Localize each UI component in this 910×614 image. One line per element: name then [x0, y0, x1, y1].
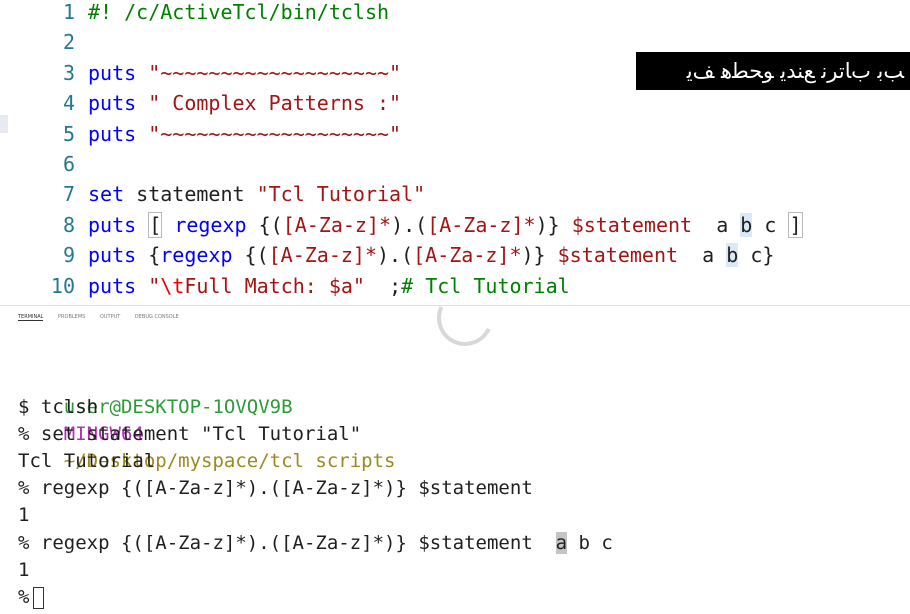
- code-token: c}: [738, 243, 775, 268]
- line-number: 6: [62, 152, 75, 176]
- terminal-line: Tcl Tutorial: [18, 450, 156, 472]
- code-token: "~~~~~~~~~~~~~~~~~~~": [148, 121, 402, 146]
- code-line[interactable]: 5 puts "~~~~~~~~~~~~~~~~~~~": [0, 119, 401, 149]
- video-caption-overlay: ﺐﺑ ﺏﺎﺗﺮﻧ ﻊﻨﺪﻳ ﻮﺤﻄﻫ ﻒﻳ: [636, 52, 910, 90]
- code-line[interactable]: 2: [0, 27, 88, 57]
- line-number: 7: [62, 182, 75, 207]
- code-token: [A-Za-z]*: [413, 243, 522, 268]
- code-token: regexp: [160, 243, 233, 268]
- terminal-text: % regexp {([A-Za-z]*).([A-Za-z]*)} $stat…: [18, 532, 556, 554]
- code-line[interactable]: 4 puts " Complex Patterns :": [0, 88, 401, 118]
- terminal-text: b c: [567, 532, 613, 554]
- code-token: a: [692, 212, 741, 237]
- code-token: " Complex Patterns :": [148, 91, 402, 116]
- line-number: 9: [62, 243, 75, 268]
- code-token: b: [740, 212, 753, 237]
- code-token: a: [678, 243, 727, 268]
- code-token: )}: [535, 212, 572, 237]
- tab-output[interactable]: OUTPUT: [100, 314, 120, 320]
- tab-debug-console[interactable]: DEBUG CONSOLE: [135, 314, 179, 320]
- line-number: 3: [62, 60, 75, 85]
- code-token: set: [88, 182, 125, 207]
- terminal-line: % regexp {([A-Za-z]*).([A-Za-z]*)} $stat…: [18, 530, 613, 557]
- code-line[interactable]: 6: [0, 149, 88, 179]
- terminal-line: % set statement "Tcl Tutorial": [18, 423, 362, 445]
- code-token: puts: [88, 60, 137, 85]
- code-token: ).(: [391, 212, 428, 237]
- terminal-prompt-header: user@DESKTOP-1OVQV9B MINGW64 ~/Desktop/m…: [18, 367, 396, 472]
- line-number: 2: [62, 30, 75, 55]
- code-token: "~~~~~~~~~~~~~~~~~~~": [148, 60, 402, 85]
- code-token: puts: [88, 121, 137, 146]
- code-token: ).(: [377, 243, 414, 268]
- tab-terminal[interactable]: TERMINAL: [18, 314, 44, 321]
- code-line[interactable]: 8 puts [ regexp {([A-Za-z]*).([A-Za-z]*)}…: [0, 210, 803, 240]
- terminal-line: $ tclsh: [18, 396, 99, 418]
- line-number: 10: [50, 273, 75, 298]
- code-token: \t: [160, 273, 185, 298]
- panel-tab-bar: TERMINAL PROBLEMS OUTPUT DEBUG CONSOLE: [18, 314, 192, 324]
- code-line[interactable]: 1 #! /c/ActiveTcl/bin/tclsh: [0, 0, 389, 27]
- terminal-cursor[interactable]: [33, 586, 45, 609]
- code-token: #! /c/ActiveTcl/bin/tclsh: [88, 0, 390, 24]
- code-token: # Tcl Tutorial: [401, 273, 570, 298]
- code-token: "Tcl Tutorial": [256, 182, 426, 207]
- code-token: {(: [246, 212, 283, 237]
- tab-problems[interactable]: PROBLEMS: [58, 314, 85, 320]
- code-token: )}: [521, 243, 558, 268]
- code-token: Full Match: $a": [184, 273, 365, 298]
- code-token: regexp: [174, 212, 247, 237]
- terminal-selection: a: [555, 532, 568, 554]
- code-token: {(: [232, 243, 269, 268]
- code-token: ;: [364, 273, 402, 298]
- code-token: [A-Za-z]*: [427, 212, 536, 237]
- line-number: 5: [62, 121, 75, 146]
- code-token: puts: [88, 91, 137, 116]
- code-token: c: [752, 212, 789, 237]
- code-token: ": [148, 273, 161, 298]
- code-token: $statement: [557, 243, 679, 268]
- line-number: 1: [62, 0, 75, 24]
- code-token: puts: [88, 273, 137, 298]
- terminal-line: % regexp {([A-Za-z]*).([A-Za-z]*)} $stat…: [18, 477, 533, 499]
- code-token: [A-Za-z]*: [282, 212, 392, 237]
- code-token: $statement: [571, 212, 693, 237]
- terminal-line: 1: [18, 504, 30, 526]
- code-token: [A-Za-z]*: [268, 243, 378, 268]
- code-token: b: [726, 243, 739, 268]
- code-line[interactable]: 7 set statement "Tcl Tutorial": [0, 179, 425, 209]
- code-token: puts: [88, 243, 137, 268]
- code-line[interactable]: 10 puts "\tFull Match: $a" ;# Tcl Tutoria…: [0, 271, 570, 301]
- code-line[interactable]: 3 puts "~~~~~~~~~~~~~~~~~~~": [0, 58, 401, 88]
- code-token: ]: [788, 211, 803, 238]
- terminal-user-host: user@DESKTOP-1OVQV9B: [63, 396, 293, 418]
- code-token: puts: [88, 212, 137, 237]
- code-token: {: [136, 243, 161, 268]
- code-token: statement: [124, 182, 257, 207]
- terminal-prompt: %: [18, 586, 30, 608]
- line-number: 8: [62, 212, 75, 237]
- code-token: [: [148, 211, 163, 238]
- code-line[interactable]: 9 puts {regexp {([A-Za-z]*).([A-Za-z]*)} …: [0, 240, 774, 270]
- terminal-line: 1: [18, 559, 30, 581]
- code-editor[interactable]: 1 #! /c/ActiveTcl/bin/tclsh 2 3 puts "~~~~~~…: [0, 0, 910, 305]
- terminal-input-line[interactable]: %: [18, 584, 45, 611]
- line-number: 4: [62, 91, 75, 116]
